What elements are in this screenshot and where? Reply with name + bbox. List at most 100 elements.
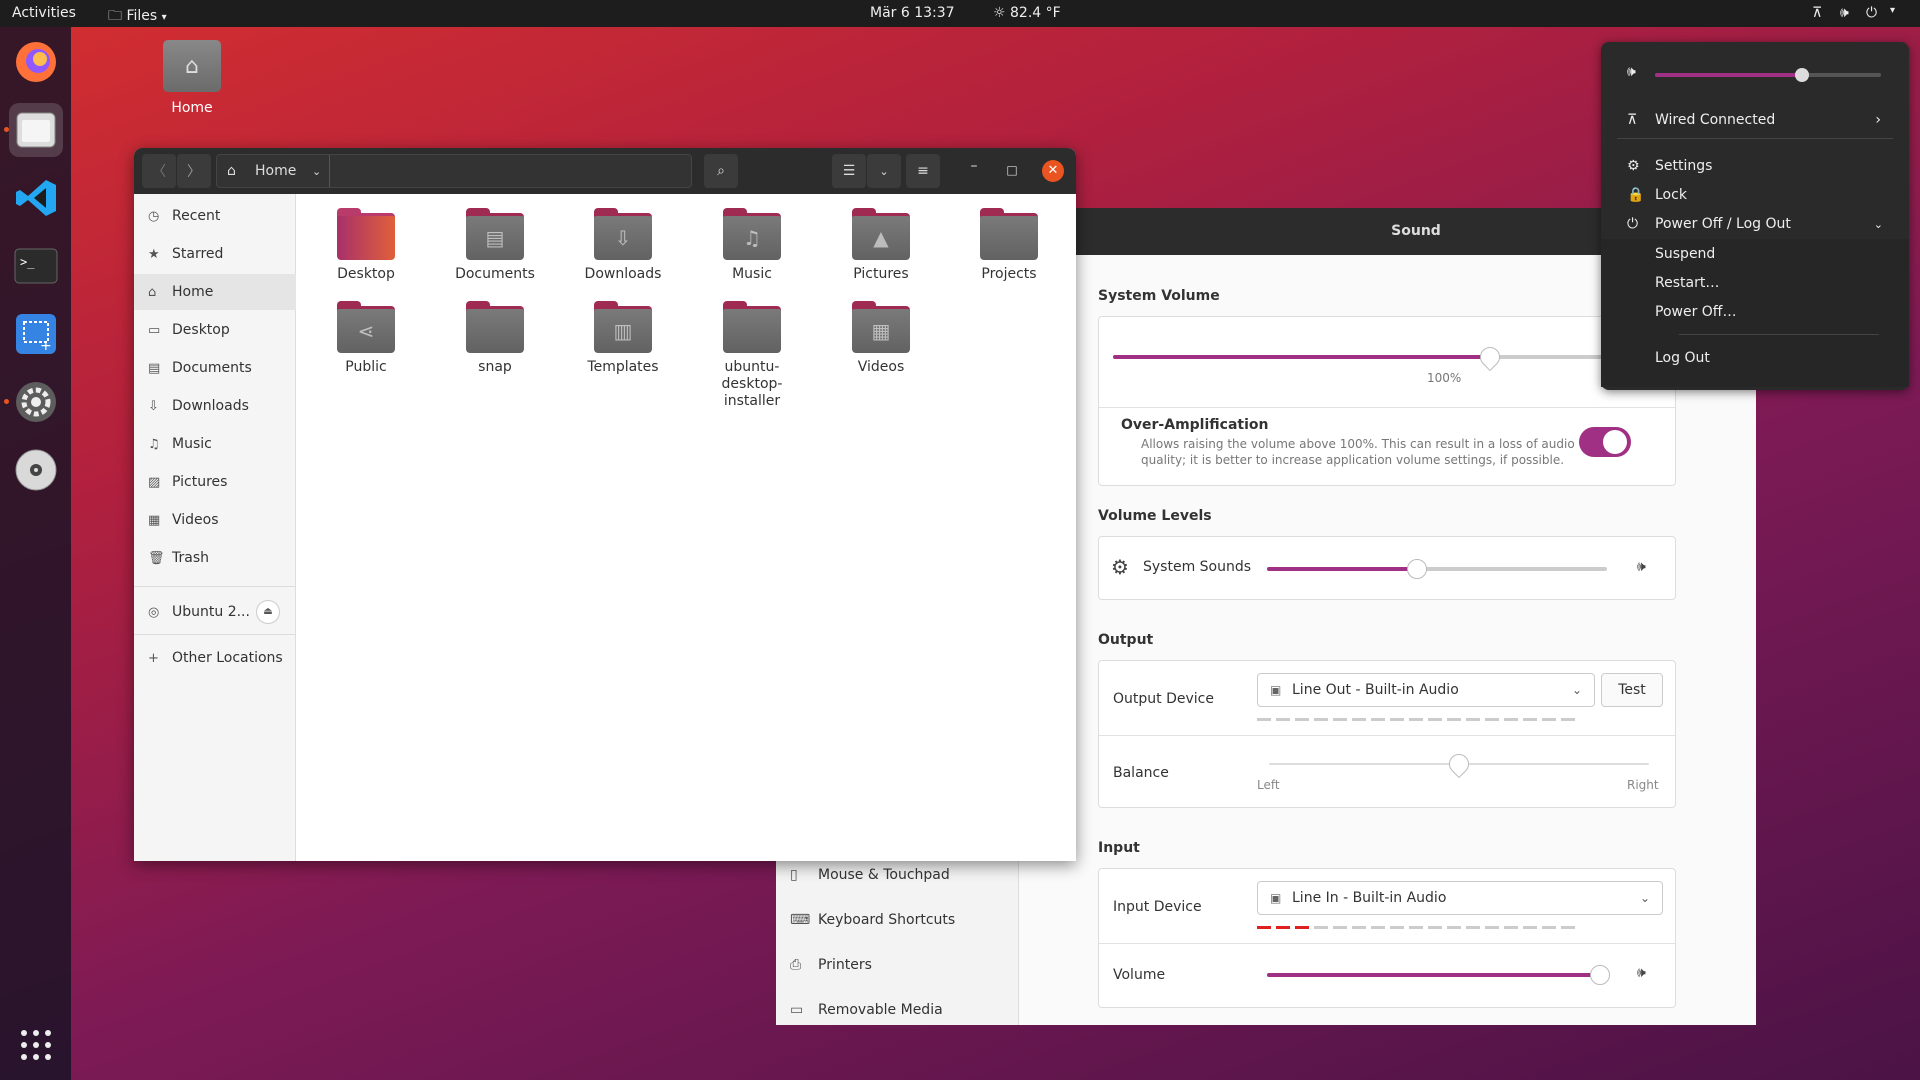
output-device-select[interactable]: ▣ Line Out - Built-in Audio ⌄	[1257, 673, 1595, 707]
system-volume-slider[interactable]	[1113, 342, 1675, 372]
file-item[interactable]: Desktop	[311, 208, 421, 283]
disc-launcher[interactable]	[9, 443, 63, 497]
sidebar-item-recent[interactable]: ◷ Recent	[134, 198, 296, 234]
file-item[interactable]: ubuntu-desktop-installer	[697, 301, 807, 410]
video-icon: ▦	[148, 512, 161, 528]
balance-slider[interactable]	[1269, 749, 1649, 779]
page-title: Sound	[1391, 223, 1441, 239]
sidebar-item-pictures[interactable]: ▨ Pictures	[134, 464, 296, 500]
clock[interactable]: Mär 6 13:37	[870, 5, 955, 21]
path-label: Home	[255, 163, 297, 179]
sidebar-item-trash[interactable]: 🗑 Trash	[134, 540, 296, 576]
minimize-icon[interactable]: –	[962, 158, 986, 182]
settings-item[interactable]: ⚙ Settings	[1601, 152, 1909, 180]
sidebar-item-drive[interactable]: ◎ Ubuntu 2... ⏏	[134, 594, 296, 630]
desktop-home-icon[interactable]: ⌂ Home	[140, 40, 244, 116]
hamburger-menu-icon[interactable]: ≡	[906, 154, 940, 188]
files-launcher[interactable]	[9, 103, 63, 157]
chevron-down-icon[interactable]: ▾	[1890, 5, 1895, 16]
sidebar-item-desktop[interactable]: ▭ Desktop	[134, 312, 296, 348]
file-item[interactable]: ▤ Documents	[440, 208, 550, 283]
power-off-logout-item[interactable]: ⏻ Power Off / Log Out ⌄	[1601, 210, 1909, 238]
vscode-launcher[interactable]	[9, 171, 63, 225]
file-item[interactable]: snap	[440, 301, 550, 376]
sidebar-item-printers[interactable]: ⎙ Printers	[776, 943, 1019, 987]
meter-segment	[1542, 926, 1556, 929]
path-bar[interactable]: ⌂ Home ⌄	[216, 154, 692, 188]
sidebar-item-label: Recent	[172, 208, 221, 224]
input-device-label: Input Device	[1113, 899, 1202, 915]
speaker-icon[interactable]: 🕪	[1840, 5, 1849, 21]
firefox-launcher[interactable]	[9, 35, 63, 89]
close-icon[interactable]: ✕	[1042, 160, 1064, 182]
speaker-icon[interactable]: 🕪	[1637, 559, 1646, 575]
sidebar-item-removable[interactable]: ▭ Removable Media	[776, 988, 1019, 1025]
output-device-value: Line Out - Built-in Audio	[1292, 682, 1459, 698]
system-sounds-slider[interactable]	[1267, 559, 1607, 579]
file-item[interactable]: ⇩ Downloads	[568, 208, 678, 283]
sidebar-item-starred[interactable]: ★ Starred	[134, 236, 296, 272]
meter-segment	[1371, 718, 1385, 721]
power-icon[interactable]: ⏻	[1866, 5, 1877, 21]
sidebar-item-videos[interactable]: ▦ Videos	[134, 502, 296, 538]
terminal-launcher[interactable]: >_	[9, 239, 63, 293]
app-menu[interactable]: 🗀 Files ▾	[108, 5, 167, 29]
file-item[interactable]: Projects	[954, 208, 1064, 283]
sidebar-item-label: Ubuntu 2...	[172, 604, 250, 620]
power-off-item[interactable]: Power Off…	[1601, 298, 1909, 326]
screenshot-launcher[interactable]: +	[9, 307, 63, 361]
file-item[interactable]: ▦ Videos	[826, 301, 936, 376]
sidebar-item-other-locations[interactable]: + Other Locations	[134, 640, 296, 676]
sidebar-item-label: Downloads	[172, 398, 249, 414]
sidebar-item-keyboard[interactable]: ⌨ Keyboard Shortcuts	[776, 898, 1019, 942]
file-item[interactable]: ▲ Pictures	[826, 208, 936, 283]
slider-knob[interactable]	[1475, 342, 1504, 372]
input-volume-slider[interactable]	[1267, 965, 1611, 985]
file-item[interactable]: ▥ Templates	[568, 301, 678, 376]
back-button[interactable]: 〈	[142, 154, 176, 188]
app-grid-icon[interactable]	[18, 1027, 54, 1063]
sidebar-item-home[interactable]: ⌂ Home	[134, 274, 296, 310]
slider-knob[interactable]	[1406, 559, 1427, 579]
chevron-down-icon[interactable]: ⌄	[867, 154, 901, 188]
sidebar-item-label: Desktop	[172, 322, 230, 338]
weather-icon: ☼	[993, 5, 1006, 21]
restart-item[interactable]: Restart…	[1601, 269, 1909, 297]
lock-icon: 🔒	[1627, 187, 1645, 203]
speaker-icon[interactable]: 🕪	[1637, 965, 1646, 981]
activities-button[interactable]: Activities	[12, 5, 76, 21]
log-out-item[interactable]: Log Out	[1601, 344, 1909, 372]
slider-fill	[1113, 355, 1490, 359]
sidebar-item-music[interactable]: ♫ Music	[134, 426, 296, 462]
suspend-item[interactable]: Suspend	[1601, 240, 1909, 268]
search-icon[interactable]: ⌕	[704, 154, 738, 188]
wired-connected-item[interactable]: ⊼ Wired Connected ›	[1601, 106, 1909, 134]
files-icon	[16, 112, 56, 148]
slider-knob[interactable]	[1444, 749, 1474, 779]
share-folder-icon: ⋖	[337, 301, 395, 353]
over-amp-toggle[interactable]	[1579, 427, 1631, 457]
test-button[interactable]: Test	[1601, 673, 1663, 707]
lock-item[interactable]: 🔒 Lock	[1601, 181, 1909, 209]
input-device-select[interactable]: ▣ Line In - Built-in Audio ⌄	[1257, 881, 1663, 915]
maximize-icon[interactable]: □	[1000, 158, 1024, 182]
menu-volume-slider[interactable]	[1655, 68, 1881, 82]
sidebar-item-documents[interactable]: ▤ Documents	[134, 350, 296, 386]
weather-indicator[interactable]: ☼ 82.4 °F	[993, 5, 1061, 21]
settings-launcher[interactable]	[9, 375, 63, 429]
template-folder-icon: ▥	[594, 301, 652, 353]
slider-knob[interactable]	[1794, 68, 1809, 82]
eject-icon[interactable]: ⏏	[256, 600, 280, 624]
network-icon[interactable]: ⊼	[1812, 5, 1822, 21]
forward-button[interactable]: 〉	[177, 154, 211, 188]
file-item[interactable]: ♫ Music	[697, 208, 807, 283]
vscode-icon	[16, 180, 56, 216]
sidebar-item-downloads[interactable]: ⇩ Downloads	[134, 388, 296, 424]
music-folder-icon: ♫	[723, 208, 781, 260]
desktop-icon: ▭	[148, 322, 161, 338]
list-view-icon[interactable]: ☰	[832, 154, 866, 188]
divider	[1099, 407, 1675, 408]
volume-percent: 100%	[1427, 371, 1462, 385]
slider-knob[interactable]	[1590, 965, 1611, 985]
file-item[interactable]: ⋖ Public	[311, 301, 421, 376]
